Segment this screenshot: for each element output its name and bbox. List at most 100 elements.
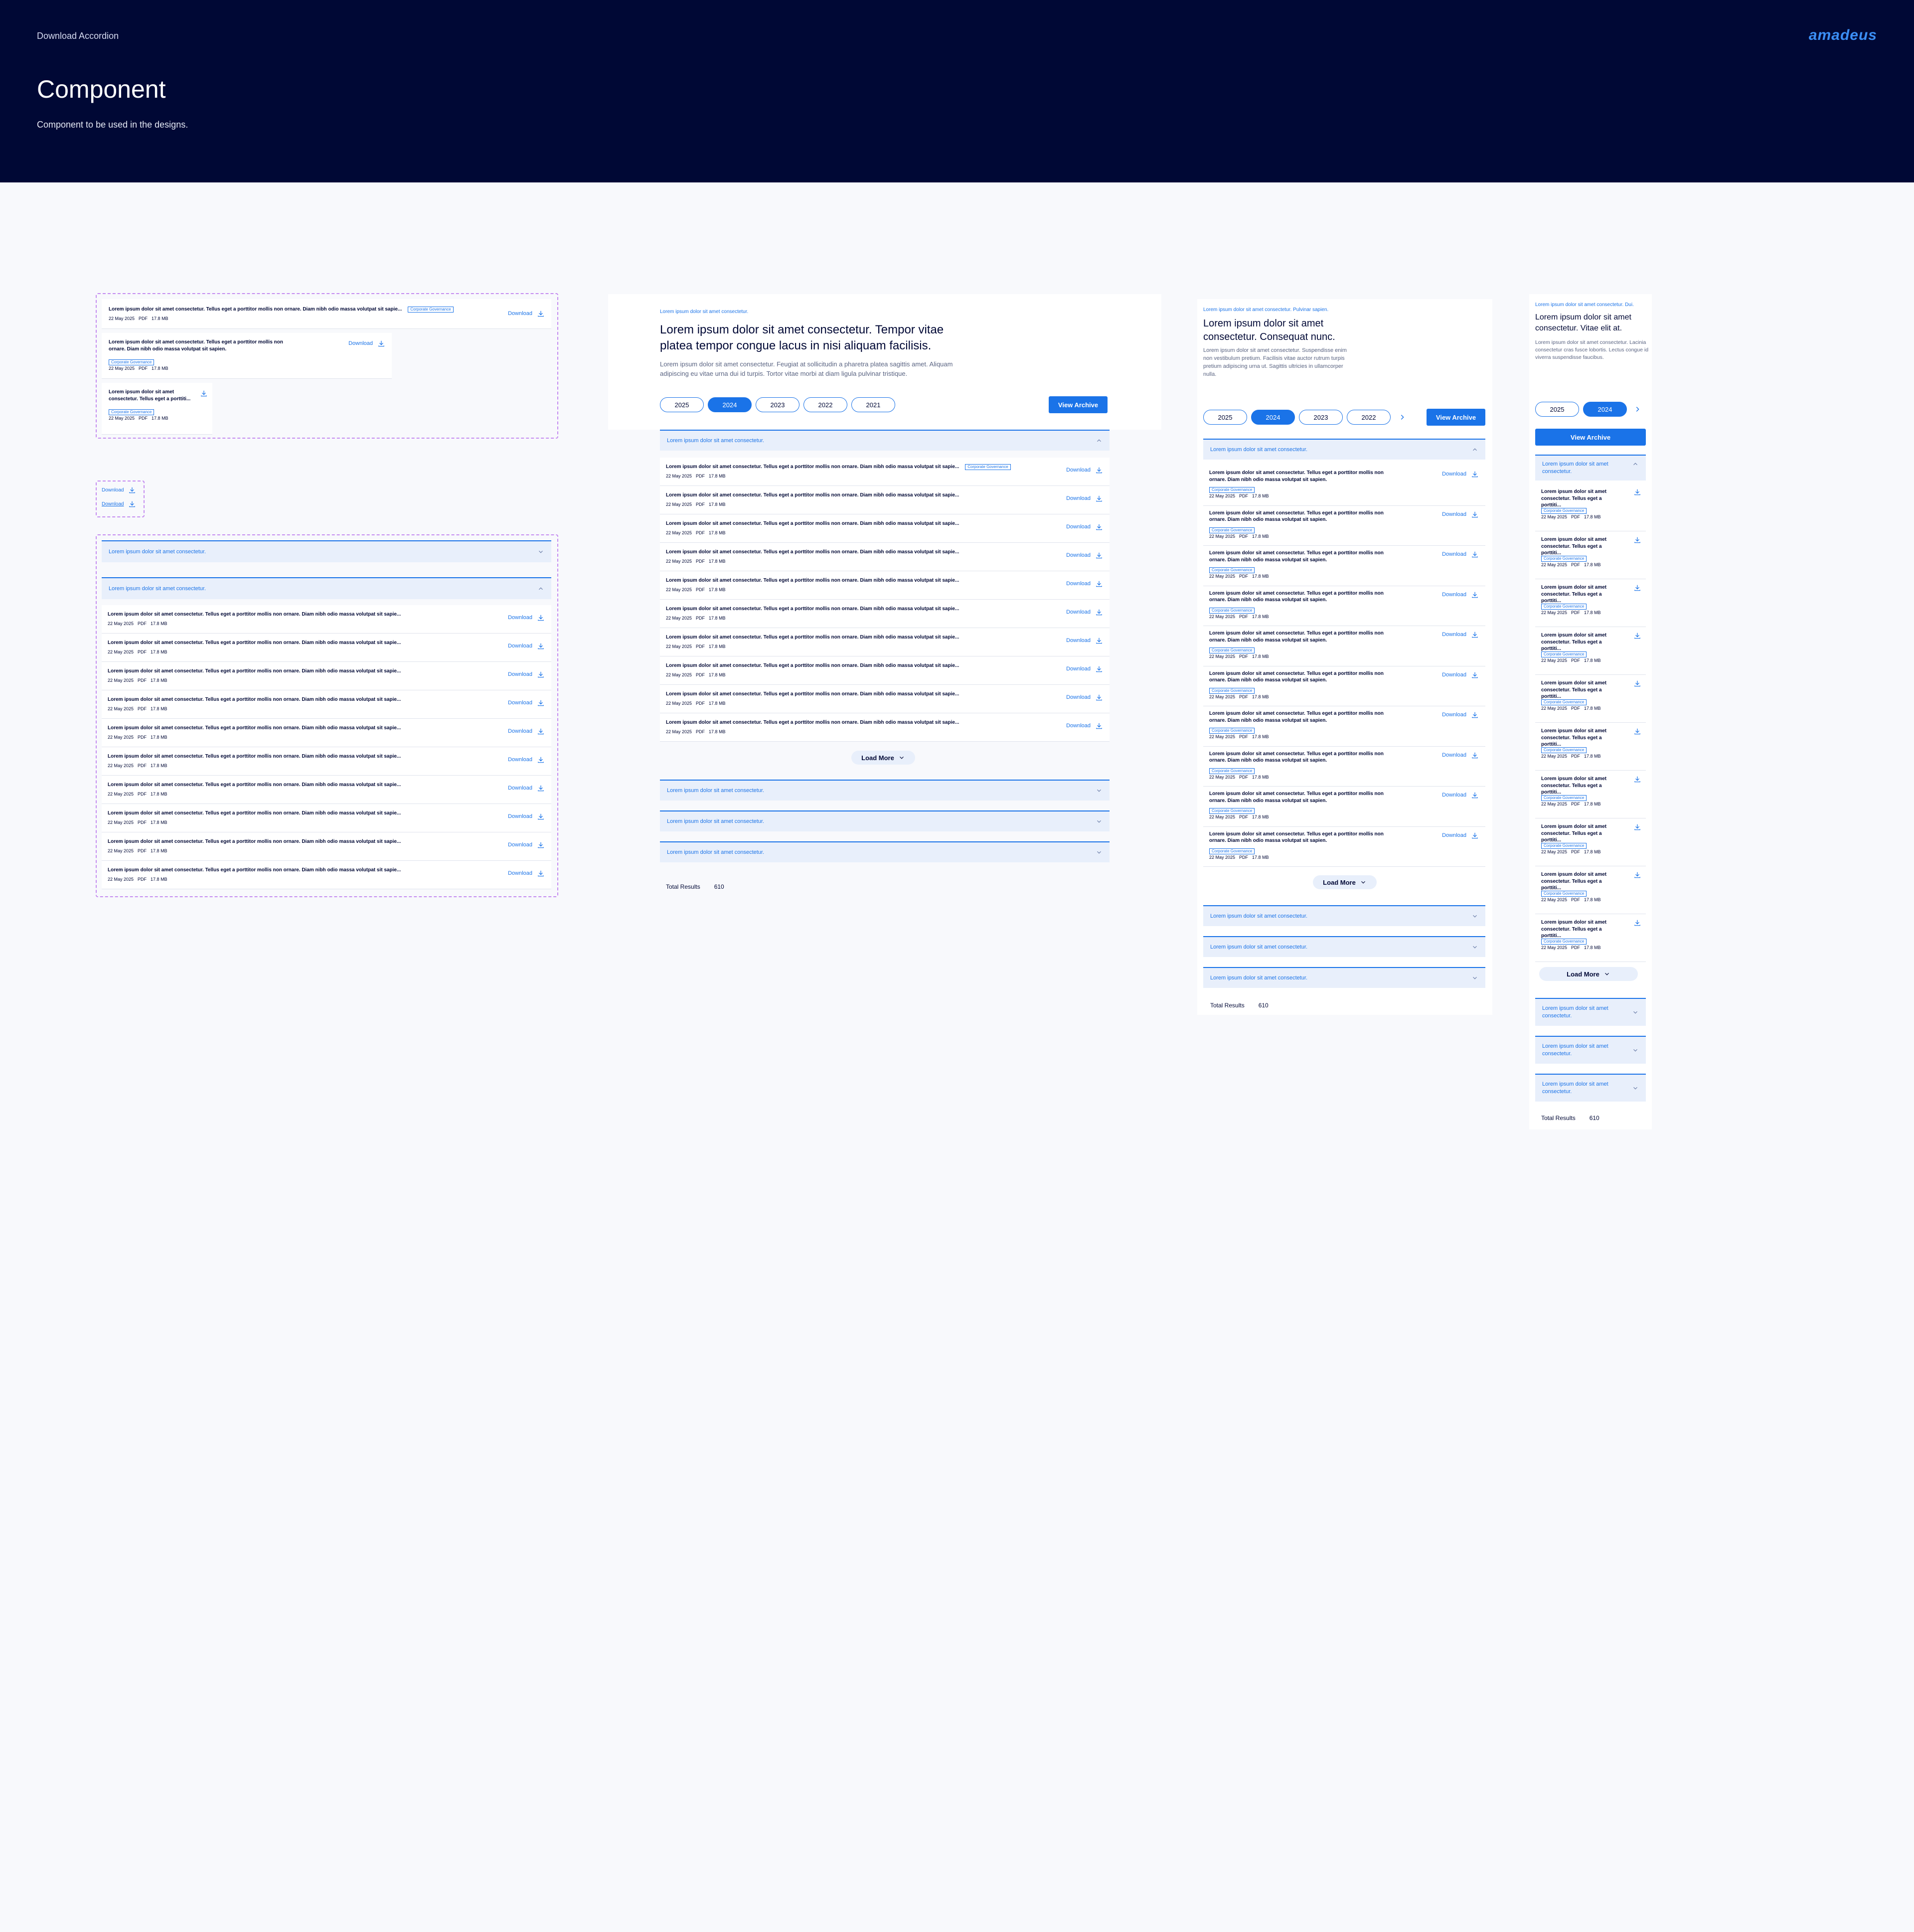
download-link[interactable]: Download	[1442, 591, 1478, 598]
download-link[interactable]: Download	[508, 643, 544, 649]
year-pill-2025[interactable]: 2025	[660, 397, 704, 412]
download-icon-button[interactable]	[1634, 680, 1641, 687]
download-label: Download	[508, 785, 532, 791]
download-link[interactable]: Download	[1066, 722, 1103, 729]
download-link[interactable]: Download	[1442, 671, 1478, 678]
download-link[interactable]: Download	[1066, 552, 1103, 559]
chevron-right-icon[interactable]	[1399, 414, 1406, 421]
tablet-load-more-button[interactable]: Load More	[1313, 875, 1377, 889]
year-pill-2025[interactable]: 2025	[1535, 402, 1579, 417]
item-size: 17.8 MB	[151, 848, 167, 853]
desktop-accordion-collapsed-2[interactable]: Lorem ipsum dolor sit amet consectetur.	[660, 810, 1110, 831]
download-link[interactable]: Download	[1442, 792, 1478, 799]
download-icon-button[interactable]	[1634, 776, 1641, 783]
download-icon	[537, 699, 544, 706]
file-row: Lorem ipsum dolor sit amet consectetur. …	[660, 600, 1110, 628]
item-date: 22 May 2025	[666, 530, 692, 535]
year-pill-2021[interactable]: 2021	[851, 397, 895, 412]
year-pill-2024[interactable]: 2024	[1251, 410, 1295, 425]
download-link[interactable]: Download	[1066, 665, 1103, 672]
item-size: 17.8 MB	[1584, 945, 1601, 950]
mobile-accordion-collapsed-2[interactable]: Lorem ipsum dolor sit amet consectetur.	[1535, 1036, 1646, 1064]
download-link[interactable]: Download	[1442, 711, 1478, 718]
tablet-accordion-expanded[interactable]: Lorem ipsum dolor sit amet consectetur.	[1203, 439, 1485, 460]
item-date: 22 May 2025	[666, 474, 692, 479]
download-link[interactable]: Download	[1066, 609, 1103, 616]
category-tag: Corporate Governance	[1541, 651, 1587, 657]
download-link-default[interactable]: Download	[102, 486, 139, 493]
download-icon-button[interactable]	[1634, 536, 1641, 543]
download-link[interactable]: Download	[1442, 511, 1478, 518]
download-link[interactable]: Download	[508, 813, 544, 820]
chevron-up-icon	[1632, 461, 1639, 468]
item-format: PDF	[696, 644, 705, 649]
accordion-header-expanded[interactable]: Lorem ipsum dolor sit amet consectetur.	[102, 577, 551, 599]
mobile-accordion-collapsed-1[interactable]: Lorem ipsum dolor sit amet consectetur.	[1535, 998, 1646, 1026]
year-pill-2024[interactable]: 2024	[708, 397, 752, 412]
desktop-accordion-collapsed-1[interactable]: Lorem ipsum dolor sit amet consectetur.	[660, 780, 1110, 801]
download-link[interactable]: Download	[1066, 637, 1103, 644]
download-link[interactable]: Download	[1442, 752, 1478, 759]
download-icon-button[interactable]	[1634, 584, 1641, 591]
download-link[interactable]: Download	[508, 870, 544, 877]
download-icon-button[interactable]	[1634, 488, 1641, 495]
year-pill-2023[interactable]: 2023	[1299, 410, 1343, 425]
desktop-accordion-expanded[interactable]: Lorem ipsum dolor sit amet consectetur.	[660, 430, 1110, 451]
chevron-down-icon	[1096, 818, 1103, 825]
item-format: PDF	[1239, 734, 1249, 739]
desktop-description: Lorem ipsum dolor sit amet consectetur. …	[660, 360, 953, 377]
category-tag: Corporate Governance	[1541, 699, 1587, 705]
download-link[interactable]: Download	[508, 310, 544, 317]
download-icon-button[interactable]	[1634, 871, 1641, 878]
download-icon-button[interactable]	[1634, 632, 1641, 639]
mobile-load-more-button[interactable]: Load More	[1539, 967, 1638, 981]
item-size: 17.8 MB	[151, 792, 167, 797]
download-link[interactable]: Download	[1442, 551, 1478, 558]
year-pill-2023[interactable]: 2023	[756, 397, 799, 412]
year-pill-2024[interactable]: 2024	[1583, 402, 1627, 417]
download-link[interactable]: Download	[508, 614, 544, 621]
desktop-accordion-collapsed-3[interactable]: Lorem ipsum dolor sit amet consectetur.	[660, 841, 1110, 862]
mobile-accordion-expanded[interactable]: Lorem ipsum dolor sit amet consectetur.	[1535, 455, 1646, 481]
tablet-accordion-collapsed-2[interactable]: Lorem ipsum dolor sit amet consectetur.	[1203, 936, 1485, 957]
download-link[interactable]: Download	[508, 728, 544, 735]
download-link-hover[interactable]: Download	[102, 500, 139, 507]
download-link[interactable]: Download	[508, 671, 544, 678]
download-link[interactable]: Download	[348, 340, 385, 347]
download-link[interactable]: Download	[1066, 495, 1103, 502]
chevron-right-icon[interactable]	[1634, 406, 1641, 413]
download-link[interactable]: Download	[1066, 580, 1103, 587]
download-link[interactable]: Download	[1442, 832, 1478, 839]
download-link[interactable]: Download	[1066, 523, 1103, 530]
view-archive-button[interactable]: View Archive	[1427, 409, 1485, 426]
accordion-header-collapsed[interactable]: Lorem ipsum dolor sit amet consectetur.	[102, 540, 551, 562]
download-icon-button[interactable]	[1634, 728, 1641, 735]
item-size: 17.8 MB	[1584, 754, 1601, 759]
view-archive-button[interactable]: View Archive	[1535, 429, 1646, 446]
download-icon-button[interactable]	[1634, 919, 1641, 926]
download-icon-button[interactable]	[1634, 823, 1641, 830]
category-tag: Corporate Governance	[1209, 808, 1255, 814]
download-link[interactable]: Download	[1066, 467, 1103, 474]
item-meta: 22 May 2025 PDF 17.8 MB	[1541, 754, 1605, 759]
mobile-accordion-collapsed-3[interactable]: Lorem ipsum dolor sit amet consectetur.	[1535, 1074, 1646, 1102]
item-meta: 22 May 2025 PDF 17.8 MB	[1209, 775, 1273, 780]
year-pill-2025[interactable]: 2025	[1203, 410, 1247, 425]
download-link[interactable]: Download	[1442, 471, 1478, 478]
download-link[interactable]: Download	[1066, 694, 1103, 701]
download-link[interactable]: Download	[1442, 631, 1478, 638]
download-icon-button[interactable]	[200, 390, 207, 397]
tablet-accordion-collapsed-1[interactable]: Lorem ipsum dolor sit amet consectetur.	[1203, 905, 1485, 926]
view-archive-button[interactable]: View Archive	[1049, 396, 1108, 413]
tablet-accordion-collapsed-3[interactable]: Lorem ipsum dolor sit amet consectetur.	[1203, 967, 1485, 988]
download-link[interactable]: Download	[508, 699, 544, 706]
file-row: Lorem ipsum dolor sit amet consectetur. …	[660, 486, 1110, 514]
year-pill-2022[interactable]: 2022	[803, 397, 847, 412]
download-link[interactable]: Download	[508, 785, 544, 792]
year-pill-2022[interactable]: 2022	[1347, 410, 1391, 425]
download-link[interactable]: Download	[508, 756, 544, 763]
download-link[interactable]: Download	[508, 841, 544, 848]
tablet-title: Lorem ipsum dolor sit amet consectetur. …	[1203, 318, 1335, 342]
desktop-load-more-button[interactable]: Load More	[851, 751, 915, 765]
item-title: Lorem ipsum dolor sit amet consectetur. …	[1209, 550, 1384, 563]
